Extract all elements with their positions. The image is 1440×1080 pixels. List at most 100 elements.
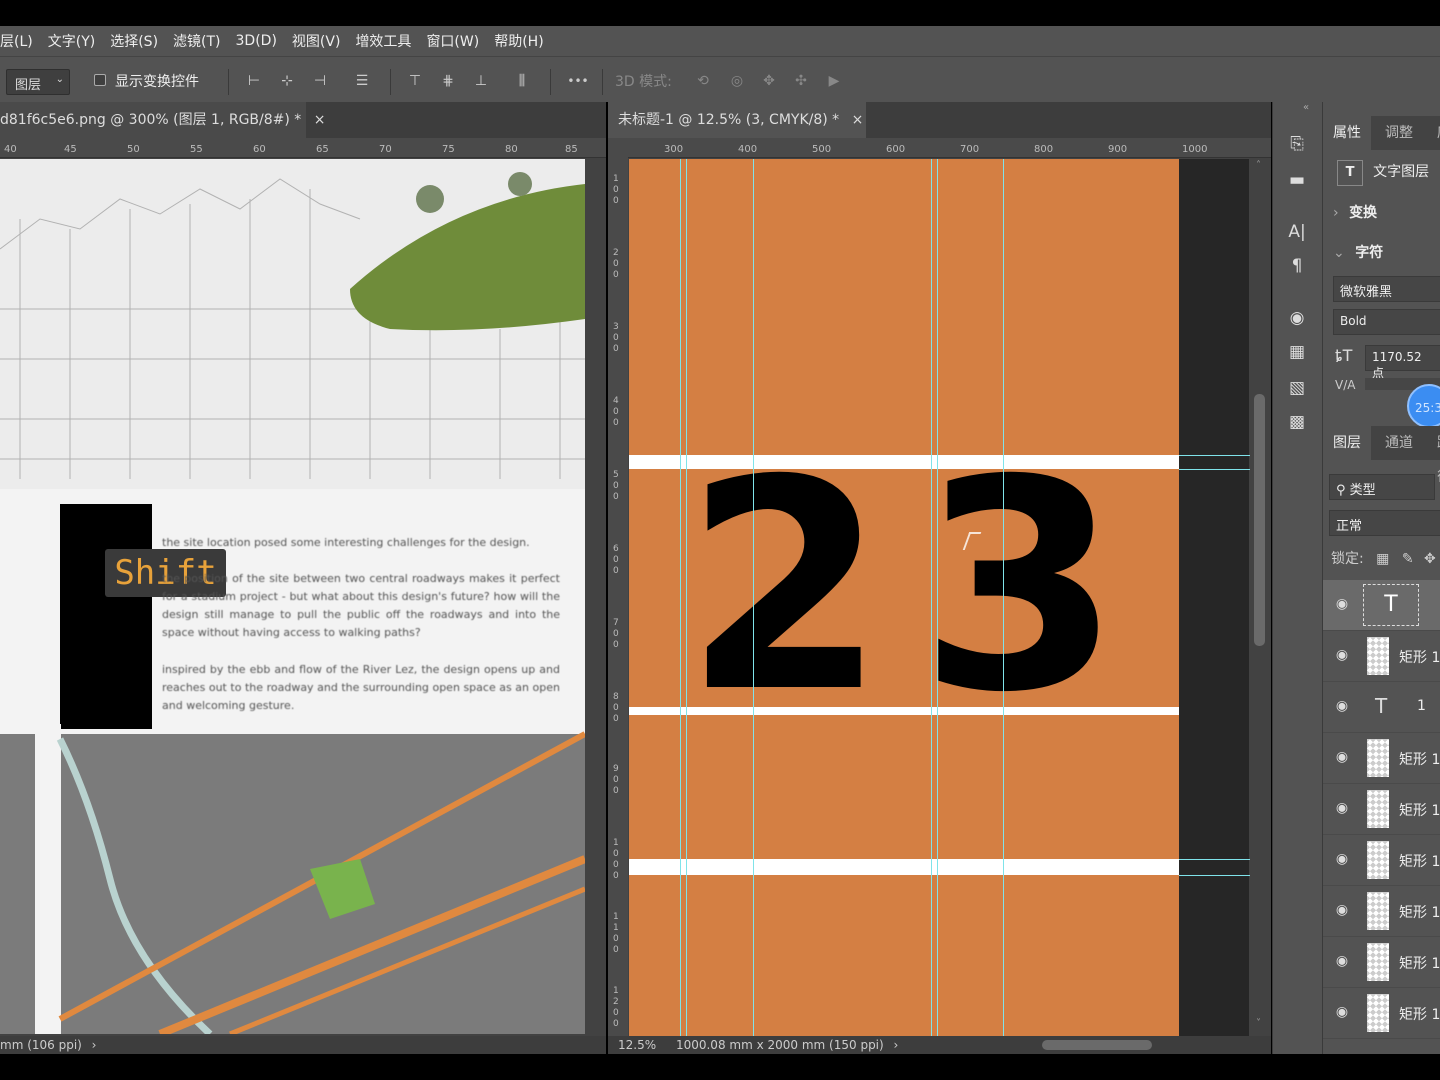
roll-3d-icon[interactable]: ◎ xyxy=(727,71,747,91)
eye-icon[interactable]: ◉ xyxy=(1333,749,1351,767)
guide-vertical[interactable] xyxy=(686,159,687,1039)
tab-channels[interactable]: 通道 xyxy=(1375,426,1423,460)
layer-filter-dropdown[interactable]: ⚲ 类型 xyxy=(1329,474,1435,500)
align-bottom-icon[interactable]: ⊥ xyxy=(471,71,491,91)
menu-layer[interactable]: 层(L) xyxy=(0,31,41,51)
scroll-thumb[interactable] xyxy=(1254,394,1265,646)
layer-row[interactable]: ◉ 矩形 1 xyxy=(1323,988,1440,1039)
guide-horizontal[interactable] xyxy=(1179,455,1250,456)
align-hcenter-icon[interactable]: ⊹ xyxy=(277,71,297,91)
guide-horizontal[interactable] xyxy=(1179,859,1250,860)
guide-vertical[interactable] xyxy=(1003,159,1004,1039)
orbit-3d-icon[interactable]: ⟲ xyxy=(693,71,713,91)
scroll-down-icon[interactable]: ˅ xyxy=(1256,1018,1261,1029)
layer-name: 矩形 1 xyxy=(1399,956,1440,972)
align-left-icon[interactable]: ⊢ xyxy=(244,71,264,91)
status-resolution: mm (106 ppi) xyxy=(0,1038,82,1052)
guide-vertical[interactable] xyxy=(753,159,754,1039)
pan-3d-icon[interactable]: ✥ xyxy=(759,71,779,91)
table-icon[interactable]: ▦ xyxy=(1285,340,1309,364)
menu-help[interactable]: 帮助(H) xyxy=(494,31,551,51)
font-family-field[interactable]: 微软雅黑 xyxy=(1333,276,1440,302)
glyph-two[interactable]: 2 xyxy=(684,443,886,733)
gradient-icon[interactable]: ▧ xyxy=(1285,376,1309,400)
swatches-icon[interactable]: ◉ xyxy=(1285,306,1309,330)
eye-icon[interactable]: ◉ xyxy=(1333,596,1351,614)
more-options-button[interactable]: ••• xyxy=(566,71,590,91)
blend-mode-dropdown[interactable]: 正常 xyxy=(1329,510,1440,536)
eye-icon[interactable]: ◉ xyxy=(1333,698,1351,716)
layer-row[interactable]: ◉ 矩形 1 xyxy=(1323,835,1440,886)
zoom-level[interactable]: 12.5% xyxy=(618,1038,656,1052)
comment-icon[interactable]: ▬ xyxy=(1285,168,1309,192)
menu-type[interactable]: 文字(Y) xyxy=(48,31,103,51)
mode-3d-label: 3D 模式: xyxy=(615,74,672,90)
layer-row[interactable]: ◉ 矩形 1 xyxy=(1323,937,1440,988)
show-transform-checkbox[interactable] xyxy=(94,74,106,86)
align-top-icon[interactable]: ⊤ xyxy=(405,71,425,91)
close-icon[interactable]: × xyxy=(314,112,326,128)
canvas-left[interactable]: Shift the site location posed some inter… xyxy=(0,159,585,1034)
font-style-field[interactable]: Bold xyxy=(1333,309,1440,335)
tab-adjustments[interactable]: 调整 xyxy=(1375,116,1423,150)
horizontal-scrollbar[interactable] xyxy=(908,1036,1248,1054)
layer-row-selected[interactable]: ◉ T xyxy=(1323,580,1440,631)
eye-icon[interactable]: ◉ xyxy=(1333,647,1351,665)
collapse-icon[interactable]: « xyxy=(1303,102,1309,113)
scroll-up-icon[interactable]: ˄ xyxy=(1256,160,1261,171)
character-icon[interactable]: A| xyxy=(1285,220,1309,244)
history-icon[interactable]: ⎘ xyxy=(1285,132,1309,156)
chevron-right-icon[interactable]: › xyxy=(92,1038,97,1052)
layer-row[interactable]: ◉ 矩形 1 xyxy=(1323,784,1440,835)
align-vcenter-icon[interactable]: ⋕ xyxy=(438,71,458,91)
slide-3d-icon[interactable]: ✣ xyxy=(791,71,811,91)
guide-vertical[interactable] xyxy=(680,159,681,1039)
grid-icon[interactable]: ▩ xyxy=(1285,410,1309,434)
eye-icon[interactable]: ◉ xyxy=(1333,800,1351,818)
eye-icon[interactable]: ◉ xyxy=(1333,851,1351,869)
menu-window[interactable]: 窗口(W) xyxy=(426,31,487,51)
menu-3d[interactable]: 3D(D) xyxy=(236,33,285,49)
glyph-three[interactable]: 3 xyxy=(919,443,1121,733)
guide-horizontal[interactable] xyxy=(1179,469,1250,470)
guide-vertical[interactable] xyxy=(937,159,938,1039)
align-right-icon[interactable]: ⊣ xyxy=(310,71,330,91)
tab-properties[interactable]: 属性 xyxy=(1323,116,1371,150)
distribute-icon[interactable]: ☰ xyxy=(352,71,372,91)
lock-row: 锁定: ▦ ✎ ✥ xyxy=(1331,548,1436,568)
artboard-canvas[interactable]: 2 3 xyxy=(629,159,1179,1039)
tab-libraries[interactable]: 库 xyxy=(1427,116,1440,150)
layer-row[interactable]: ◉ 矩形 1 xyxy=(1323,886,1440,937)
guide-vertical[interactable] xyxy=(931,159,932,1039)
ruler-tick: 900 xyxy=(1108,144,1128,155)
camera-3d-icon[interactable]: ▶ xyxy=(824,71,844,91)
guide-horizontal[interactable] xyxy=(1179,875,1250,876)
doc-tab-left[interactable]: d81f6c5e6.png @ 300% (图层 1, RGB/8#) * × xyxy=(0,102,326,138)
vertical-scrollbar[interactable]: ˄ ˅ xyxy=(1250,158,1271,1036)
distribute-vertical-icon[interactable]: ⫼ xyxy=(512,71,532,91)
lock-brush-icon[interactable]: ✎ xyxy=(1402,551,1414,567)
scroll-thumb[interactable] xyxy=(1042,1040,1152,1050)
auto-select-dropdown[interactable]: 图层 ⌄ xyxy=(6,69,70,95)
close-icon[interactable]: × xyxy=(852,112,864,128)
layer-row[interactable]: ◉ 矩形 1 xyxy=(1323,631,1440,682)
doc-tab-right[interactable]: 未标题-1 @ 12.5% (3, CMYK/8) * × xyxy=(608,102,866,138)
eye-icon[interactable]: ◉ xyxy=(1333,1004,1351,1022)
character-section[interactable]: ⌄ 字符 xyxy=(1333,242,1383,262)
layer-row[interactable]: ◉ T 1 xyxy=(1323,682,1440,733)
font-size-field[interactable]: 1170.52 点 xyxy=(1365,345,1440,380)
transform-section[interactable]: › 变换 xyxy=(1333,202,1377,222)
tab-layers[interactable]: 图层 xyxy=(1323,426,1371,460)
chevron-right-icon[interactable]: › xyxy=(894,1038,899,1052)
menu-plugins[interactable]: 增效工具 xyxy=(355,31,419,51)
eye-icon[interactable]: ◉ xyxy=(1333,902,1351,920)
layer-row[interactable]: ◉ 矩形 1 xyxy=(1323,733,1440,784)
menu-select[interactable]: 选择(S) xyxy=(110,31,166,51)
eye-icon[interactable]: ◉ xyxy=(1333,953,1351,971)
tab-paths[interactable]: 路径 xyxy=(1427,426,1440,485)
lock-transparent-icon[interactable]: ▦ xyxy=(1376,551,1389,567)
menu-filter[interactable]: 滤镜(T) xyxy=(173,31,228,51)
paragraph-icon[interactable]: ¶ xyxy=(1285,254,1309,278)
menu-view[interactable]: 视图(V) xyxy=(292,31,349,51)
lock-move-icon[interactable]: ✥ xyxy=(1424,551,1436,567)
